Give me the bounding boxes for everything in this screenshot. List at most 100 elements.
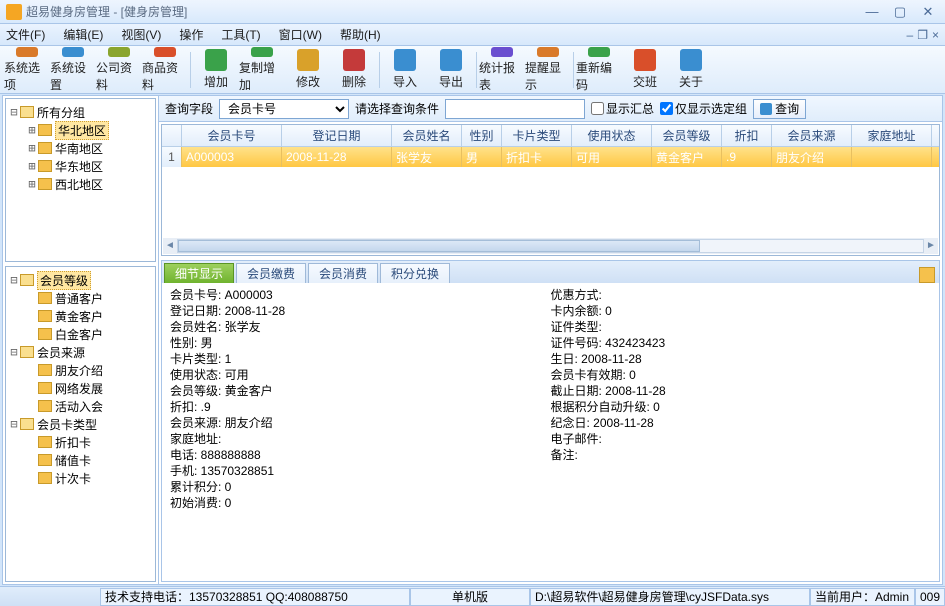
cell: 2008-11-28: [282, 147, 392, 167]
tree-toggle-icon[interactable]: ⊞: [26, 141, 38, 155]
tree-node[interactable]: 白金客户: [8, 325, 153, 343]
tree-node[interactable]: 黄金客户: [8, 307, 153, 325]
tree-node[interactable]: 储值卡: [8, 451, 153, 469]
col-header[interactable]: 性别: [462, 125, 502, 146]
cell: 男: [462, 147, 502, 167]
folder-icon: [20, 418, 34, 430]
table-row[interactable]: 1A0000032008-11-28张学友男折扣卡可用黄金客户.9朋友介绍: [162, 147, 939, 167]
detail-field: 会员姓名: 张学友: [170, 319, 551, 335]
tb-重新编码[interactable]: 重新编码: [576, 47, 622, 93]
tree-node[interactable]: ⊟会员等级: [8, 271, 153, 289]
tree-node[interactable]: 折扣卡: [8, 433, 153, 451]
tree-toggle-icon[interactable]: ⊞: [26, 177, 38, 191]
col-header[interactable]: 会员等级: [652, 125, 722, 146]
tb-增加[interactable]: 增加: [193, 47, 239, 93]
tree-toggle-icon[interactable]: ⊟: [8, 273, 20, 287]
tree-node[interactable]: 活动入会: [8, 397, 153, 415]
menu-window[interactable]: 窗口(W): [279, 26, 322, 43]
tab-detail[interactable]: 细节显示: [164, 263, 234, 283]
only-sel-check[interactable]: 仅显示选定组: [660, 100, 747, 117]
tree-toggle-icon[interactable]: ⊟: [8, 105, 20, 119]
minimize-button[interactable]: —: [861, 4, 883, 20]
col-header[interactable]: 会员来源: [772, 125, 852, 146]
folder-icon: [38, 454, 52, 466]
cell: [852, 147, 932, 167]
detail-field: 卡片类型: 1: [170, 351, 551, 367]
query-field-select[interactable]: 会员卡号: [219, 99, 349, 119]
tree-node[interactable]: ⊞华北地区: [8, 121, 153, 139]
detail-field: 电话: 888888888: [170, 447, 551, 463]
folder-icon: [20, 274, 34, 286]
menu-op[interactable]: 操作: [179, 26, 203, 43]
status-tail: 009: [915, 588, 945, 606]
tab-consume[interactable]: 会员消费: [308, 263, 378, 283]
tree-node[interactable]: 朋友介绍: [8, 361, 153, 379]
col-header[interactable]: 会员姓名: [392, 125, 462, 146]
mdi-close-button[interactable]: ×: [932, 28, 939, 42]
folder-icon: [38, 400, 52, 412]
toolbar-icon: [537, 47, 559, 57]
col-header[interactable]: [162, 125, 182, 146]
tree-toggle-icon[interactable]: ⊟: [8, 345, 20, 359]
maximize-button[interactable]: ▢: [889, 4, 911, 20]
tree-toggle-icon[interactable]: ⊞: [26, 159, 38, 173]
tb-删除[interactable]: 删除: [331, 47, 377, 93]
col-header[interactable]: 登记日期: [282, 125, 392, 146]
tb-关于[interactable]: 关于: [668, 47, 714, 93]
tab-pay[interactable]: 会员缴费: [236, 263, 306, 283]
query-cond-label: 请选择查询条件: [355, 100, 439, 117]
main: ⊟所有分组⊞华北地区⊞华南地区⊞华东地区⊞西北地区 ⊟会员等级普通客户黄金客户白…: [2, 95, 943, 585]
detail-field: 纪念日: 2008-11-28: [551, 415, 932, 431]
tree-toggle-icon[interactable]: ⊟: [8, 417, 20, 431]
detail-field: 初始消费: 0: [170, 495, 551, 511]
tb-系统选项[interactable]: 系统选项: [4, 47, 50, 93]
menu-tool[interactable]: 工具(T): [221, 26, 260, 43]
mdi-restore-button[interactable]: ❐: [917, 28, 928, 42]
tab-points[interactable]: 积分兑换: [380, 263, 450, 283]
tree-toggle-icon[interactable]: ⊞: [26, 123, 38, 137]
tree-node[interactable]: ⊞西北地区: [8, 175, 153, 193]
close-button[interactable]: ✕: [917, 4, 939, 20]
tb-公司资料[interactable]: 公司资料: [96, 47, 142, 93]
col-header[interactable]: 家庭地址: [852, 125, 932, 146]
tb-复制增加[interactable]: 复制增加: [239, 47, 285, 93]
menu-view[interactable]: 视图(V): [121, 26, 161, 43]
tb-修改[interactable]: 修改: [285, 47, 331, 93]
toolbar-icon: [108, 47, 130, 57]
tree-node[interactable]: ⊞华东地区: [8, 157, 153, 175]
detail-field: 会员来源: 朋友介绍: [170, 415, 551, 431]
folder-icon: [38, 436, 52, 448]
scroll-right-icon[interactable]: ►: [924, 238, 938, 254]
menu-help[interactable]: 帮助(H): [340, 26, 381, 43]
tree-node[interactable]: 网络发展: [8, 379, 153, 397]
tb-导出[interactable]: 导出: [428, 47, 474, 93]
query-input[interactable]: [445, 99, 585, 119]
col-header[interactable]: 使用状态: [572, 125, 652, 146]
tb-交班[interactable]: 交班: [622, 47, 668, 93]
toolbar-icon: [440, 49, 462, 71]
tb-导入[interactable]: 导入: [382, 47, 428, 93]
col-header[interactable]: 会员卡号: [182, 125, 282, 146]
tb-商品资料[interactable]: 商品资料: [142, 47, 188, 93]
grid-hscroll[interactable]: ◄ ►: [163, 238, 938, 254]
col-header[interactable]: 折扣: [722, 125, 772, 146]
tb-系统设置[interactable]: 系统设置: [50, 47, 96, 93]
cell: 朋友介绍: [772, 147, 852, 167]
menu-file[interactable]: 文件(F): [6, 26, 45, 43]
scroll-thumb[interactable]: [178, 240, 700, 252]
tree-node[interactable]: ⊟会员来源: [8, 343, 153, 361]
folder-icon: [38, 310, 52, 322]
tb-提醒显示[interactable]: 提醒显示: [525, 47, 571, 93]
tree-node[interactable]: 计次卡: [8, 469, 153, 487]
tb-统计报表[interactable]: 统计报表: [479, 47, 525, 93]
tree-node[interactable]: ⊟会员卡类型: [8, 415, 153, 433]
tree-node[interactable]: 普通客户: [8, 289, 153, 307]
tree-node[interactable]: ⊟所有分组: [8, 103, 153, 121]
show-sum-check[interactable]: 显示汇总: [591, 100, 654, 117]
scroll-left-icon[interactable]: ◄: [163, 238, 177, 254]
tree-node[interactable]: ⊞华南地区: [8, 139, 153, 157]
query-button[interactable]: 查询: [753, 99, 806, 119]
col-header[interactable]: 卡片类型: [502, 125, 572, 146]
mdi-minimize-button[interactable]: –: [907, 28, 914, 42]
menu-edit[interactable]: 编辑(E): [63, 26, 103, 43]
